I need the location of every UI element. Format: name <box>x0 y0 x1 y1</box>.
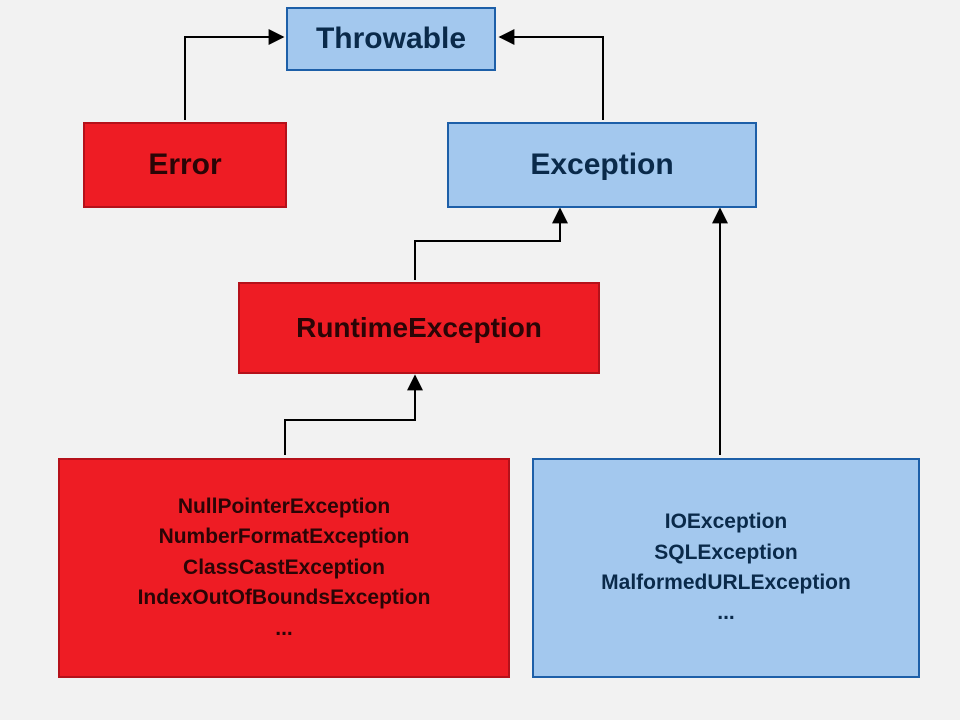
node-label: Error <box>148 148 221 182</box>
list-item: SQLException <box>654 538 798 568</box>
node-error: Error <box>83 122 287 208</box>
node-label: Exception <box>530 148 673 182</box>
list-item: ... <box>275 614 293 644</box>
list-item: ClassCastException <box>183 553 385 583</box>
list-item: IndexOutOfBoundsException <box>138 583 431 613</box>
node-label: Throwable <box>316 22 466 56</box>
node-throwable: Throwable <box>286 7 496 71</box>
node-checked-examples: IOException SQLException MalformedURLExc… <box>532 458 920 678</box>
list-item: ... <box>717 598 735 628</box>
node-runtime-exception: RuntimeException <box>238 282 600 374</box>
list-item: NumberFormatException <box>159 522 410 552</box>
node-runtime-examples: NullPointerException NumberFormatExcepti… <box>58 458 510 678</box>
list-item: MalformedURLException <box>601 568 851 598</box>
node-label: RuntimeException <box>296 312 542 344</box>
list-item: NullPointerException <box>178 492 390 522</box>
node-exception: Exception <box>447 122 757 208</box>
list-item: IOException <box>665 507 788 537</box>
